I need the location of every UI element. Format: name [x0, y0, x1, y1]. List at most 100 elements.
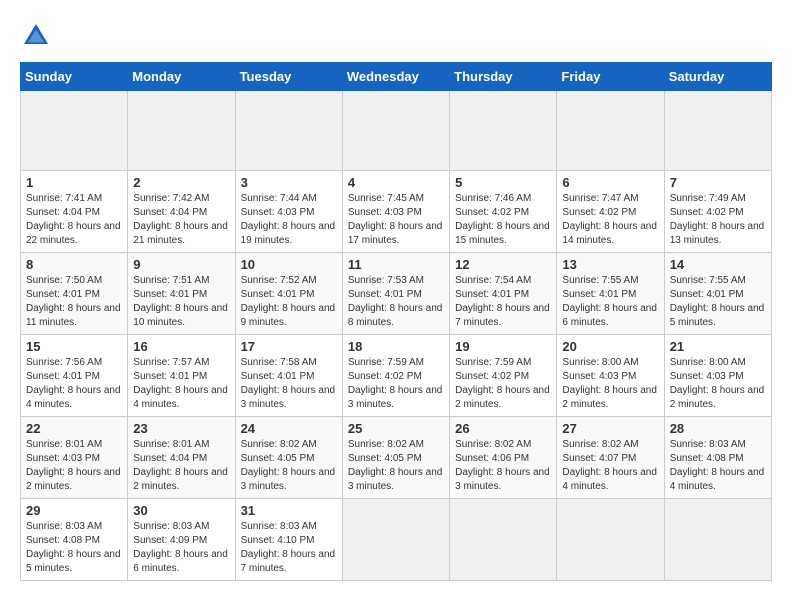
day-number: 9	[133, 257, 229, 272]
cell-content: Sunrise: 7:45 AMSunset: 4:03 PMDaylight:…	[348, 192, 444, 248]
page-header	[20, 20, 772, 52]
calendar-cell	[664, 499, 771, 581]
cell-content: Sunrise: 7:59 AMSunset: 4:02 PMDaylight:…	[348, 356, 444, 412]
cell-content: Sunrise: 8:00 AMSunset: 4:03 PMDaylight:…	[562, 356, 658, 412]
calendar-cell: 19Sunrise: 7:59 AMSunset: 4:02 PMDayligh…	[450, 335, 557, 417]
weekday-header-wednesday: Wednesday	[342, 63, 449, 91]
calendar-cell: 12Sunrise: 7:54 AMSunset: 4:01 PMDayligh…	[450, 253, 557, 335]
calendar-cell: 18Sunrise: 7:59 AMSunset: 4:02 PMDayligh…	[342, 335, 449, 417]
calendar-cell: 23 Sunrise: 8:01 AMSunset: 4:04 PMDayligh…	[128, 417, 235, 499]
calendar-cell	[235, 91, 342, 171]
calendar-cell: 26 Sunrise: 8:02 AMSunset: 4:06 PMDayligh…	[450, 417, 557, 499]
cell-content: Sunrise: 7:49 AMSunset: 4:02 PMDaylight:…	[670, 192, 766, 248]
day-number: 2	[133, 175, 229, 190]
cell-content: Sunrise: 7:56 AMSunset: 4:01 PMDaylight:…	[26, 356, 122, 412]
day-number: 14	[670, 257, 766, 272]
day-number: 12	[455, 257, 551, 272]
day-number: 24	[241, 421, 337, 436]
calendar-cell: 10Sunrise: 7:52 AMSunset: 4:01 PMDayligh…	[235, 253, 342, 335]
cell-content: Sunrise: 8:02 AMSunset: 4:05 PMDaylight:…	[348, 438, 444, 494]
day-number: 29	[26, 503, 122, 518]
day-number: 16	[133, 339, 229, 354]
day-number: 10	[241, 257, 337, 272]
calendar-cell: 22Sunrise: 8:01 AMSunset: 4:03 PMDayligh…	[21, 417, 128, 499]
cell-content: Sunrise: 7:55 AMSunset: 4:01 PMDaylight:…	[562, 274, 658, 330]
cell-content: Sunrise: 7:41 AMSunset: 4:04 PMDaylight:…	[26, 192, 122, 248]
cell-content: Sunrise: 7:57 AMSunset: 4:01 PMDaylight:…	[133, 356, 229, 412]
day-number: 13	[562, 257, 658, 272]
day-number: 25	[348, 421, 444, 436]
calendar-week-row: 29 Sunrise: 8:03 AMSunset: 4:08 PMDayligh…	[21, 499, 772, 581]
day-number: 31	[241, 503, 337, 518]
calendar-cell: 14 Sunrise: 7:55 AMSunset: 4:01 PMDayligh…	[664, 253, 771, 335]
day-number: 6	[562, 175, 658, 190]
cell-content: Sunrise: 8:02 AMSunset: 4:06 PMDaylight:…	[455, 438, 551, 494]
calendar-cell	[21, 91, 128, 171]
day-number: 11	[348, 257, 444, 272]
weekday-header-monday: Monday	[128, 63, 235, 91]
calendar-cell	[342, 499, 449, 581]
cell-content: Sunrise: 7:58 AMSunset: 4:01 PMDaylight:…	[241, 356, 337, 412]
logo-icon	[20, 20, 52, 52]
calendar-cell	[342, 91, 449, 171]
cell-content: Sunrise: 8:00 AMSunset: 4:03 PMDaylight:…	[670, 356, 766, 412]
cell-content: Sunrise: 8:02 AMSunset: 4:05 PMDaylight:…	[241, 438, 337, 494]
weekday-header-thursday: Thursday	[450, 63, 557, 91]
cell-content: Sunrise: 7:51 AMSunset: 4:01 PMDaylight:…	[133, 274, 229, 330]
calendar-cell: 3Sunrise: 7:44 AMSunset: 4:03 PMDaylight…	[235, 171, 342, 253]
day-number: 7	[670, 175, 766, 190]
calendar-cell: 30 Sunrise: 8:03 AMSunset: 4:09 PMDayligh…	[128, 499, 235, 581]
cell-content: Sunrise: 8:01 AMSunset: 4:04 PMDaylight:…	[133, 438, 229, 494]
calendar-cell	[450, 91, 557, 171]
cell-content: Sunrise: 8:03 AMSunset: 4:08 PMDaylight:…	[670, 438, 766, 494]
calendar-cell: 31 Sunrise: 8:03 AMSunset: 4:10 PMDayligh…	[235, 499, 342, 581]
cell-content: Sunrise: 7:53 AMSunset: 4:01 PMDaylight:…	[348, 274, 444, 330]
day-number: 1	[26, 175, 122, 190]
cell-content: Sunrise: 8:03 AMSunset: 4:09 PMDaylight:…	[133, 520, 229, 576]
day-number: 30	[133, 503, 229, 518]
calendar-cell	[557, 499, 664, 581]
calendar-cell: 28Sunrise: 8:03 AMSunset: 4:08 PMDayligh…	[664, 417, 771, 499]
calendar-cell: 5Sunrise: 7:46 AMSunset: 4:02 PMDaylight…	[450, 171, 557, 253]
calendar-cell: 15Sunrise: 7:56 AMSunset: 4:01 PMDayligh…	[21, 335, 128, 417]
cell-content: Sunrise: 8:01 AMSunset: 4:03 PMDaylight:…	[26, 438, 122, 494]
calendar-cell: 7 Sunrise: 7:49 AMSunset: 4:02 PMDaylight…	[664, 171, 771, 253]
calendar-week-row: 22Sunrise: 8:01 AMSunset: 4:03 PMDayligh…	[21, 417, 772, 499]
cell-content: Sunrise: 8:03 AMSunset: 4:10 PMDaylight:…	[241, 520, 337, 576]
day-number: 17	[241, 339, 337, 354]
calendar-cell: 6 Sunrise: 7:47 AMSunset: 4:02 PMDaylight…	[557, 171, 664, 253]
cell-content: Sunrise: 7:47 AMSunset: 4:02 PMDaylight:…	[562, 192, 658, 248]
calendar-cell: 4 Sunrise: 7:45 AMSunset: 4:03 PMDaylight…	[342, 171, 449, 253]
weekday-header-saturday: Saturday	[664, 63, 771, 91]
cell-content: Sunrise: 8:02 AMSunset: 4:07 PMDaylight:…	[562, 438, 658, 494]
cell-content: Sunrise: 7:46 AMSunset: 4:02 PMDaylight:…	[455, 192, 551, 248]
cell-content: Sunrise: 7:50 AMSunset: 4:01 PMDaylight:…	[26, 274, 122, 330]
cell-content: Sunrise: 7:59 AMSunset: 4:02 PMDaylight:…	[455, 356, 551, 412]
calendar-cell: 25 Sunrise: 8:02 AMSunset: 4:05 PMDayligh…	[342, 417, 449, 499]
day-number: 23	[133, 421, 229, 436]
calendar-week-row	[21, 91, 772, 171]
cell-content: Sunrise: 7:44 AMSunset: 4:03 PMDaylight:…	[241, 192, 337, 248]
day-number: 21	[670, 339, 766, 354]
calendar-cell: 20 Sunrise: 8:00 AMSunset: 4:03 PMDayligh…	[557, 335, 664, 417]
cell-content: Sunrise: 8:03 AMSunset: 4:08 PMDaylight:…	[26, 520, 122, 576]
calendar-cell: 2Sunrise: 7:42 AMSunset: 4:04 PMDaylight…	[128, 171, 235, 253]
day-number: 26	[455, 421, 551, 436]
day-number: 20	[562, 339, 658, 354]
calendar-cell	[664, 91, 771, 171]
day-number: 4	[348, 175, 444, 190]
day-number: 27	[562, 421, 658, 436]
cell-content: Sunrise: 7:55 AMSunset: 4:01 PMDaylight:…	[670, 274, 766, 330]
weekday-header-row: SundayMondayTuesdayWednesdayThursdayFrid…	[21, 63, 772, 91]
calendar-cell: 13 Sunrise: 7:55 AMSunset: 4:01 PMDayligh…	[557, 253, 664, 335]
calendar-week-row: 8Sunrise: 7:50 AMSunset: 4:01 PMDaylight…	[21, 253, 772, 335]
calendar-cell	[450, 499, 557, 581]
calendar-week-row: 1 Sunrise: 7:41 AMSunset: 4:04 PMDaylight…	[21, 171, 772, 253]
calendar-table: SundayMondayTuesdayWednesdayThursdayFrid…	[20, 62, 772, 581]
calendar-cell: 8Sunrise: 7:50 AMSunset: 4:01 PMDaylight…	[21, 253, 128, 335]
calendar-cell: 11 Sunrise: 7:53 AMSunset: 4:01 PMDayligh…	[342, 253, 449, 335]
weekday-header-tuesday: Tuesday	[235, 63, 342, 91]
logo	[20, 20, 56, 52]
calendar-cell: 21 Sunrise: 8:00 AMSunset: 4:03 PMDayligh…	[664, 335, 771, 417]
calendar-cell: 24 Sunrise: 8:02 AMSunset: 4:05 PMDayligh…	[235, 417, 342, 499]
